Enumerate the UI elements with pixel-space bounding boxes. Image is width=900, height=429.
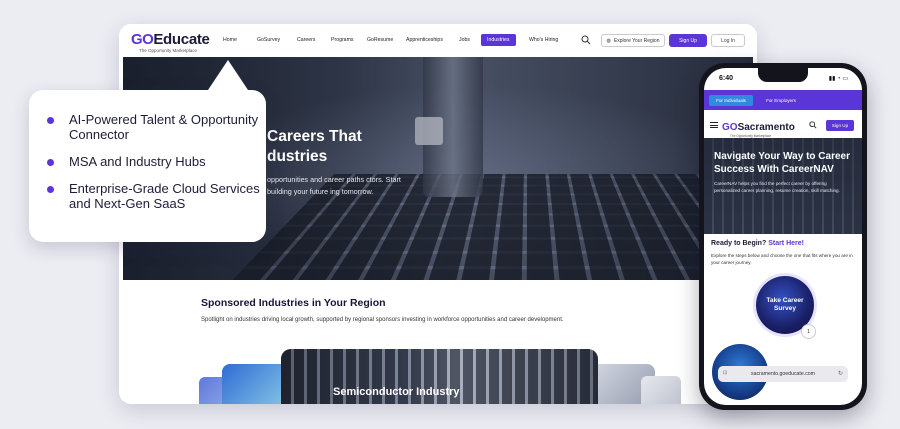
industry-card-featured[interactable]: Semiconductor Industry bbox=[281, 349, 598, 404]
step-label: Take Career Survey bbox=[756, 297, 814, 313]
explore-region-label: Explore Your Region bbox=[614, 38, 660, 44]
ready-lead: Ready to Begin? bbox=[711, 240, 766, 247]
bullet-icon bbox=[47, 159, 54, 166]
hero-subtitle: opportunities and career paths ctors. St… bbox=[267, 174, 407, 198]
explore-region-button[interactable]: ◍ Explore Your Region bbox=[601, 34, 665, 47]
menu-icon[interactable] bbox=[710, 122, 718, 128]
logo-go: GO bbox=[131, 31, 153, 48]
section-title: Sponsored Industries in Your Region bbox=[201, 297, 386, 309]
site-logo[interactable]: GOEducate The Opportunity Marketplace bbox=[131, 31, 210, 53]
section-subtitle: Spotlight on industries driving local gr… bbox=[201, 317, 564, 323]
nav-jobs[interactable]: Jobs bbox=[459, 37, 470, 43]
phone-notch bbox=[758, 68, 808, 82]
bullet-icon bbox=[47, 117, 54, 124]
logo-brand: Sacramento bbox=[738, 122, 795, 133]
nav-careers[interactable]: Careers bbox=[297, 37, 315, 43]
search-icon[interactable] bbox=[809, 121, 817, 129]
signal-battery-icon: ▮▮ ◔ ▭ bbox=[829, 75, 848, 82]
nav-goresume[interactable]: GoResume bbox=[367, 37, 393, 43]
nav-whos-hiring[interactable]: Who's Hiring bbox=[529, 37, 558, 43]
status-time: 6:40 bbox=[719, 75, 733, 82]
phone-mockup: 6:40 ▮▮ ◔ ▭ For Individuals For Employer… bbox=[699, 63, 867, 410]
address-bar[interactable]: ⊡ sacramento.goeducate.com ↻ bbox=[718, 366, 848, 382]
audience-tabs: For Individuals For Employers bbox=[704, 90, 862, 110]
phone-hero-subtitle: CareerNAV helps you find the perfect car… bbox=[714, 180, 844, 194]
industry-card-label: Semiconductor Industry bbox=[333, 386, 460, 398]
status-bar: 6:40 ▮▮ ◔ ▭ bbox=[704, 68, 862, 88]
phone-hero: Navigate Your Way to Career Success With… bbox=[704, 138, 862, 234]
lock-icon: ⊡ bbox=[723, 370, 727, 376]
feature-text: AI-Powered Talent & Opportunity Connecto… bbox=[69, 112, 258, 142]
tab-employers[interactable]: For Employers bbox=[758, 95, 804, 106]
feature-text: Enterprise-Grade Cloud Services and Next… bbox=[69, 181, 260, 211]
nav-home[interactable]: Home bbox=[223, 37, 237, 43]
feature-list: AI-Powered Talent & Opportunity Connecto… bbox=[45, 112, 266, 223]
phone-signup-button[interactable]: Sign Up bbox=[826, 120, 854, 131]
feature-item: MSA and Industry Hubs bbox=[45, 154, 266, 169]
logo-go: GO bbox=[722, 122, 738, 133]
nav-apprenticeships[interactable]: Apprenticeships bbox=[406, 37, 443, 43]
address-url: sacramento.goeducate.com bbox=[751, 371, 815, 377]
step-number-badge: 1 bbox=[801, 324, 816, 339]
top-navigation: GOEducate The Opportunity Marketplace Ho… bbox=[119, 24, 757, 57]
nav-gosurvey[interactable]: GoSurvey bbox=[257, 37, 280, 43]
nav-industries[interactable]: Industries bbox=[481, 34, 516, 46]
search-icon[interactable] bbox=[581, 35, 591, 45]
feature-item: Enterprise-Grade Cloud Services and Next… bbox=[45, 181, 266, 211]
hero-title: Careers That dustries bbox=[267, 127, 417, 167]
logo-tagline: The Opportunity Marketplace bbox=[139, 48, 210, 53]
signup-button[interactable]: Sign Up bbox=[669, 34, 707, 47]
industry-carousel: Semiconductor Industry bbox=[119, 344, 757, 404]
login-button[interactable]: Log In bbox=[711, 34, 745, 47]
phone-hero-title: Navigate Your Way to Career Success With… bbox=[714, 150, 859, 176]
phone-screen: 6:40 ▮▮ ◔ ▭ For Individuals For Employer… bbox=[704, 68, 862, 405]
ready-heading: Ready to Begin? Start Here! bbox=[711, 240, 804, 247]
callout-pointer bbox=[204, 60, 252, 96]
industry-card[interactable] bbox=[641, 376, 681, 404]
features-callout: AI-Powered Talent & Opportunity Connecto… bbox=[29, 90, 266, 242]
globe-icon: ◍ bbox=[607, 38, 611, 44]
tab-individuals[interactable]: For Individuals bbox=[709, 95, 753, 106]
ready-subtitle: Explore the steps below and choose the o… bbox=[711, 252, 856, 266]
phone-logo[interactable]: GOSacramento The Opportunity Marketplace bbox=[722, 117, 795, 138]
nav-programs[interactable]: Programs bbox=[331, 37, 354, 43]
logo-brand: Educate bbox=[153, 31, 209, 48]
feature-item: AI-Powered Talent & Opportunity Connecto… bbox=[45, 112, 266, 142]
phone-header: GOSacramento The Opportunity Marketplace… bbox=[704, 112, 862, 138]
ready-accent: Start Here! bbox=[768, 240, 804, 247]
reload-icon[interactable]: ↻ bbox=[838, 370, 843, 377]
bullet-icon bbox=[47, 186, 54, 193]
feature-text: MSA and Industry Hubs bbox=[69, 154, 206, 169]
